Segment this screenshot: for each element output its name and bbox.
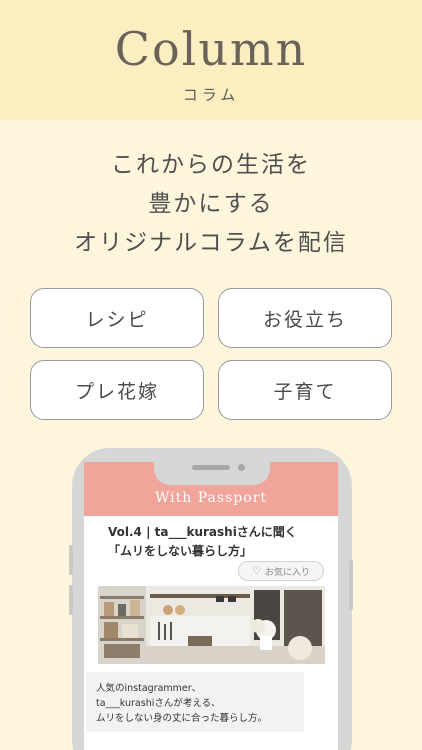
favorite-button[interactable]: ♡ お気に入り xyxy=(238,561,324,581)
article-description: 人気のinstagrammer、 ta___kurashiさんが考える、 ムリを… xyxy=(96,681,306,726)
article-title-line-2: 「ムリをしない暮らし方」 xyxy=(108,544,253,558)
tagline-line-3: オリジナルコラムを配信 xyxy=(74,230,348,256)
tagline-line-2: 豊かにする xyxy=(148,191,274,217)
favorite-label: お気に入り xyxy=(264,567,310,578)
phone-camera xyxy=(238,464,245,471)
phone-speaker xyxy=(192,465,230,470)
tagline-line-1: これからの生活を xyxy=(111,152,311,178)
header-banner: Column コラム xyxy=(0,0,422,120)
kitchen-photo-illustration xyxy=(98,586,325,664)
phone-power-button xyxy=(349,560,353,610)
category-button-parenting[interactable]: 子育て xyxy=(218,360,392,420)
phone-side-button xyxy=(69,545,73,575)
page-title: Column xyxy=(114,22,308,76)
heart-icon: ♡ xyxy=(252,565,261,577)
page-subtitle: コラム xyxy=(182,86,240,104)
article-title-line-1: Vol.4 | ta___kurashiさんに聞く xyxy=(108,525,297,539)
category-button-recipe[interactable]: レシピ xyxy=(30,288,204,348)
description-line-2: ta___kurashiさんが考える、 xyxy=(96,698,221,709)
tagline: これからの生活を 豊かにする オリジナルコラムを配信 xyxy=(0,146,422,263)
description-line-3: ムリをしない身の丈に合った暮らし方。 xyxy=(96,713,268,724)
phone-notch xyxy=(154,455,270,485)
category-button-useful[interactable]: お役立ち xyxy=(218,288,392,348)
description-line-1: 人気のinstagrammer、 xyxy=(96,683,202,694)
article-title[interactable]: Vol.4 | ta___kurashiさんに聞く 「ムリをしない暮らし方」 xyxy=(108,523,338,561)
phone-side-button xyxy=(69,585,73,615)
article-photo[interactable] xyxy=(98,586,325,664)
app-title: With Passport xyxy=(155,490,267,506)
category-button-pre-bride[interactable]: プレ花嫁 xyxy=(30,360,204,420)
